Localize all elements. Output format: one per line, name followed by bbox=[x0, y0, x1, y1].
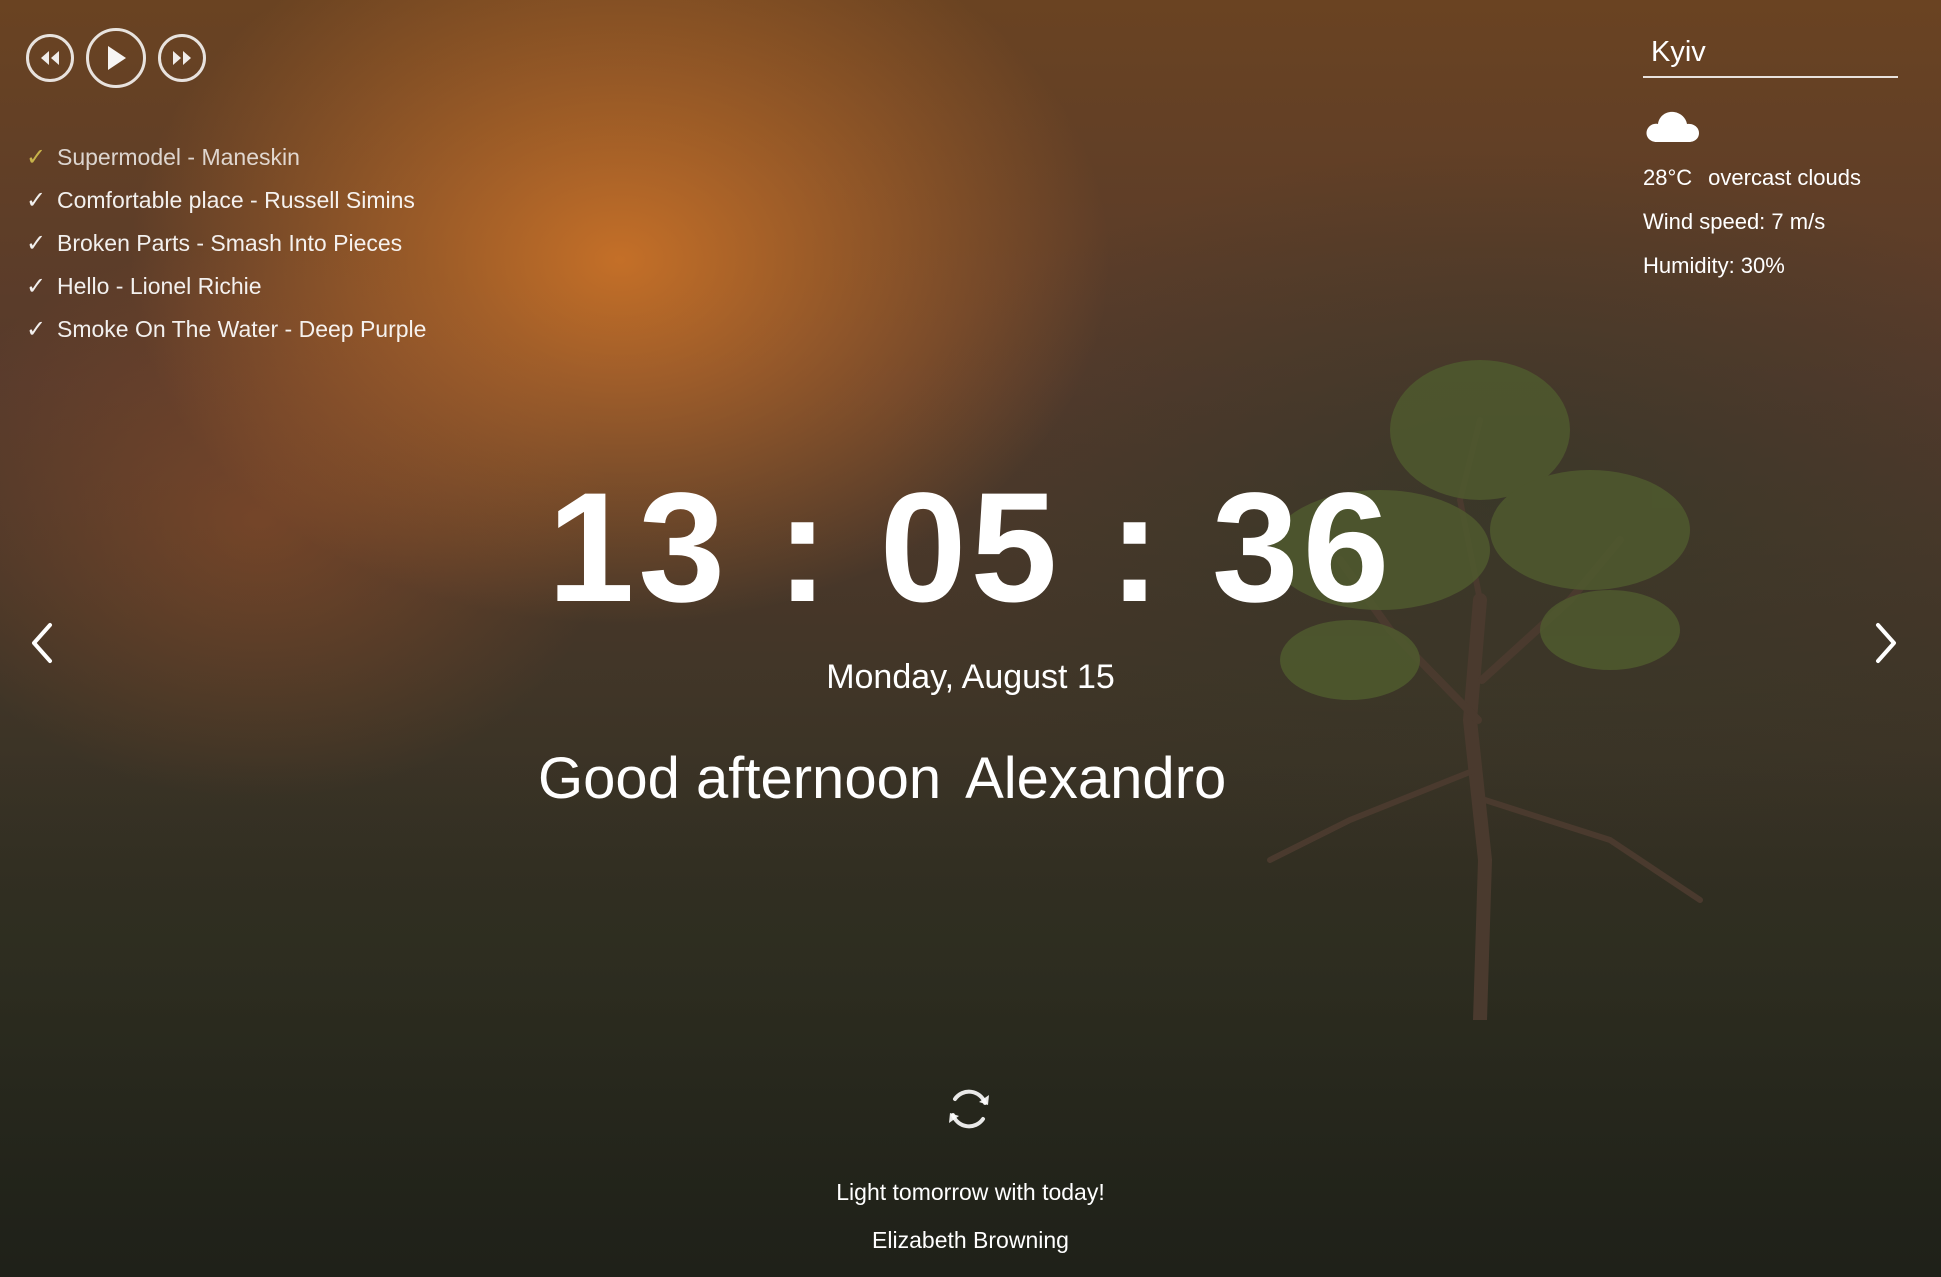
next-track-button[interactable] bbox=[158, 34, 206, 82]
playlist-item[interactable]: ✓ Smoke On The Water - Deep Purple bbox=[26, 308, 426, 351]
change-quote-button[interactable] bbox=[940, 1080, 998, 1138]
track-title: Smoke On The Water - Deep Purple bbox=[57, 316, 427, 342]
fast-forward-icon bbox=[173, 51, 191, 65]
track-title: Comfortable place - Russell Simins bbox=[57, 187, 415, 213]
clock-date: Monday, August 15 bbox=[826, 658, 1115, 696]
quote-text: Light tomorrow with today! bbox=[836, 1179, 1105, 1205]
playlist-item[interactable]: ✓ Comfortable place - Russell Simins bbox=[26, 179, 426, 222]
track-title: Hello - Lionel Richie bbox=[57, 273, 262, 299]
track-title: Supermodel - Maneskin bbox=[57, 144, 300, 170]
playlist-item[interactable]: ✓ Supermodel - Maneskin bbox=[26, 136, 426, 179]
playlist-item[interactable]: ✓ Broken Parts - Smash Into Pieces bbox=[26, 222, 426, 265]
weather-icon-wrapper bbox=[1643, 106, 1898, 156]
check-icon: ✓ bbox=[26, 316, 47, 343]
refresh-icon bbox=[949, 1089, 989, 1129]
greeting-text: Good afternoon bbox=[538, 745, 942, 811]
greeting: Good afternoon bbox=[538, 740, 1386, 816]
weather-widget: 28°C overcast clouds Wind speed: 7 m/s Hu… bbox=[1643, 28, 1898, 288]
audio-player bbox=[26, 28, 206, 88]
temperature: 28°C bbox=[1643, 165, 1693, 190]
weather-description: overcast clouds bbox=[1708, 165, 1862, 190]
playlist: ✓ Supermodel - Maneskin ✓ Comfortable plac… bbox=[26, 136, 426, 351]
humidity: Humidity: 30% bbox=[1643, 253, 1785, 278]
cloud-icon bbox=[1646, 111, 1699, 142]
track-title: Broken Parts - Smash Into Pieces bbox=[57, 230, 403, 256]
rewind-icon bbox=[41, 51, 59, 65]
play-icon bbox=[108, 46, 126, 70]
check-icon: ✓ bbox=[26, 230, 47, 257]
check-icon: ✓ bbox=[26, 144, 47, 171]
wind-speed: Wind speed: 7 m/s bbox=[1643, 209, 1826, 234]
check-icon: ✓ bbox=[26, 187, 47, 214]
clock-time: 13 : 05 : 36 bbox=[547, 461, 1394, 635]
quote-author: Elizabeth Browning bbox=[872, 1227, 1069, 1253]
name-input[interactable] bbox=[965, 744, 1386, 812]
weather-temp-row: 28°C overcast clouds bbox=[1643, 156, 1898, 200]
check-icon: ✓ bbox=[26, 273, 47, 300]
city-input[interactable] bbox=[1643, 28, 1898, 78]
playlist-item[interactable]: ✓ Hello - Lionel Richie bbox=[26, 265, 426, 308]
previous-track-button[interactable] bbox=[26, 34, 74, 82]
play-button[interactable] bbox=[86, 28, 146, 88]
